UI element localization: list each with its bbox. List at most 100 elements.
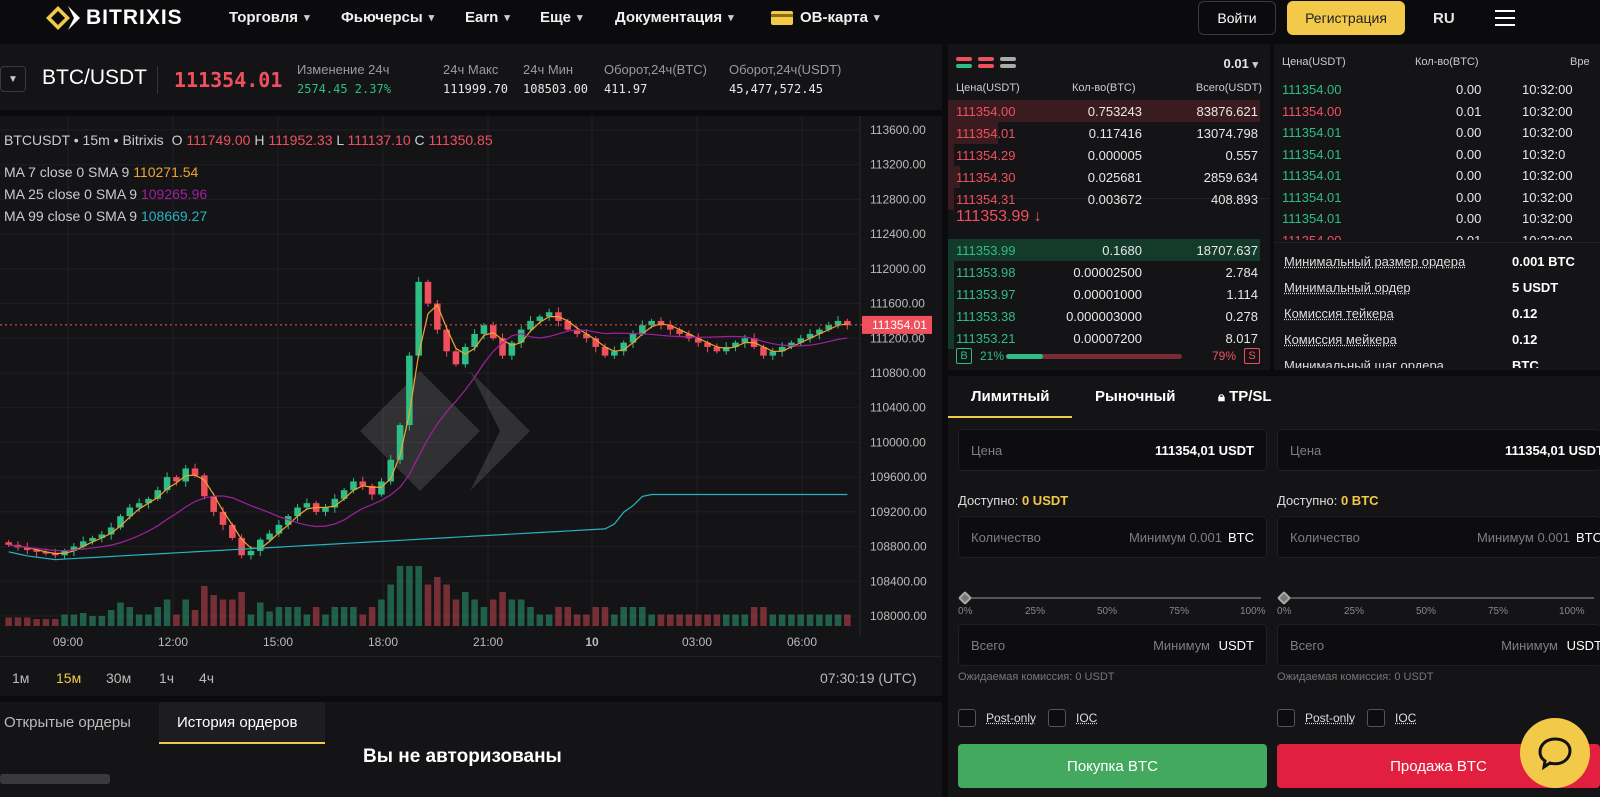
- orderbook-view-toggle[interactable]: [956, 56, 1016, 70]
- slider-pct-50[interactable]: 50%: [1097, 606, 1117, 617]
- chevron-down-icon: ▾: [577, 11, 583, 24]
- sell-post-only-checkbox[interactable]: [1277, 709, 1295, 727]
- tab-order-history[interactable]: История ордеров: [177, 714, 297, 731]
- y-tick-label: 112000.00: [870, 262, 926, 276]
- nav-docs[interactable]: Документация ▾: [615, 9, 734, 26]
- slider-pct-0[interactable]: 0%: [1277, 606, 1291, 617]
- sell-amount-slider[interactable]: 0% 25% 50% 75% 100%: [1277, 592, 1600, 622]
- volume-bar: [341, 607, 348, 626]
- bid-price: 111353.38: [956, 309, 1016, 324]
- candle: [770, 351, 777, 355]
- buy-amount-slider[interactable]: 0% 25% 50% 75% 100%: [958, 592, 1267, 622]
- trades-header-price: Цена(USDT): [1282, 56, 1346, 68]
- tab-tpsl[interactable]: 🔒︎ TP/SL: [1218, 388, 1272, 405]
- price-chart[interactable]: 113600.00 113200.00 112800.00 112400.00 1120…: [0, 116, 942, 656]
- sell-total-input[interactable]: Всего Минимум USDT: [1277, 624, 1600, 666]
- bid-row[interactable]: 111353.38 0.000003000 0.278: [948, 305, 1270, 327]
- ohlc-low: 111137.10: [348, 132, 411, 148]
- nav-more[interactable]: Еще ▾: [540, 9, 583, 26]
- nav-futures[interactable]: Фьючерсы ▾: [341, 9, 434, 26]
- trade-qty: 0.01: [1456, 104, 1481, 119]
- market-info-row: Минимальный шаг ордера BTC: [1274, 354, 1600, 368]
- sell-price-input[interactable]: Цена 111354,01 USDT: [1277, 429, 1600, 471]
- slider-pct-0[interactable]: 0%: [958, 606, 972, 617]
- buy-post-only-label[interactable]: Post-only: [986, 711, 1036, 725]
- interval-15m[interactable]: 15м: [56, 670, 81, 686]
- tab-limit[interactable]: Лимитный: [971, 388, 1050, 405]
- volume-bar: [210, 595, 217, 626]
- buy-button[interactable]: Покупка BTC: [958, 744, 1267, 788]
- ask-row[interactable]: 111354.29 0.000005 0.557: [948, 144, 1270, 166]
- sell-post-only-label[interactable]: Post-only: [1305, 711, 1355, 725]
- volume-bar: [332, 607, 339, 626]
- slider-pct-75[interactable]: 75%: [1169, 606, 1189, 617]
- pair-dropdown-button[interactable]: ▼: [0, 66, 26, 92]
- slider-track: [1283, 597, 1594, 599]
- candle: [462, 347, 469, 364]
- interval-30m[interactable]: 30м: [106, 670, 131, 686]
- interval-4h[interactable]: 4ч: [199, 670, 214, 686]
- volume-bar: [266, 612, 273, 627]
- ask-row[interactable]: 111354.31 0.003672 408.893: [948, 188, 1270, 210]
- sell-price-placeholder: Цена: [1290, 443, 1321, 458]
- trade-qty: 0.00: [1456, 125, 1481, 140]
- scrollbar[interactable]: [0, 774, 110, 784]
- nav-trading[interactable]: Торговля ▾: [229, 9, 310, 26]
- y-tick-label: 113200.00: [870, 158, 926, 172]
- ask-row[interactable]: 111354.01 0.117416 13074.798: [948, 122, 1270, 144]
- sell-quantity-input[interactable]: Количество Минимум 0.001 BTC: [1277, 516, 1600, 558]
- tab-market[interactable]: Рыночный: [1095, 388, 1175, 405]
- sell-ioc-label[interactable]: IOC: [1395, 711, 1416, 725]
- nav-ob-card[interactable]: OB-карта ▾: [770, 9, 880, 26]
- ohlc-o-label: O: [172, 132, 183, 148]
- nav-earn[interactable]: Earn ▾: [465, 9, 510, 26]
- volume-bar: [182, 600, 189, 627]
- menu-icon[interactable]: [1495, 10, 1515, 26]
- interval-1h[interactable]: 1ч: [159, 670, 174, 686]
- volume-bar: [770, 615, 777, 627]
- register-button[interactable]: Регистрация: [1287, 1, 1405, 35]
- orderbook-buy-icon[interactable]: [1000, 56, 1016, 70]
- trade-row: 111354.00 0.00 10:32:00: [1274, 78, 1600, 100]
- slider-pct-25[interactable]: 25%: [1025, 606, 1045, 617]
- bid-row[interactable]: 111353.99 0.1680 18707.637: [948, 239, 1270, 261]
- buy-total-input[interactable]: Всего Минимум USDT: [958, 624, 1267, 666]
- sell-ioc-checkbox[interactable]: [1367, 709, 1385, 727]
- stat-vol-btc-value: 411.97: [604, 82, 647, 96]
- brand-logo[interactable]: BITRIXIS: [46, 6, 183, 30]
- ask-row[interactable]: 111354.30 0.025681 2859.634: [948, 166, 1270, 188]
- slider-handle[interactable]: [958, 591, 972, 605]
- login-button[interactable]: Войти: [1198, 1, 1276, 35]
- interval-1m[interactable]: 1м: [12, 670, 29, 686]
- slider-pct-100[interactable]: 100%: [1559, 606, 1585, 617]
- volume-bar: [229, 600, 236, 627]
- language-selector[interactable]: RU: [1433, 10, 1455, 27]
- buy-ioc-label[interactable]: IOC: [1076, 711, 1097, 725]
- slider-pct-100[interactable]: 100%: [1240, 606, 1266, 617]
- tab-open-orders[interactable]: Открытые ордеры: [4, 714, 131, 731]
- orderbook-sell-icon[interactable]: [978, 56, 994, 70]
- slider-pct-75[interactable]: 75%: [1488, 606, 1508, 617]
- buy-ioc-checkbox[interactable]: [1048, 709, 1066, 727]
- bid-row[interactable]: 111353.97 0.00001000 1.114: [948, 283, 1270, 305]
- support-chat-button[interactable]: [1520, 718, 1590, 788]
- buy-post-only-checkbox[interactable]: [958, 709, 976, 727]
- precision-select[interactable]: 0.01 ▾: [1224, 56, 1258, 71]
- bid-row[interactable]: 111353.21 0.00007200 8.017: [948, 327, 1270, 349]
- candle: [322, 508, 329, 512]
- volume-bar: [15, 618, 22, 627]
- buy-qty-placeholder: Количество: [971, 530, 1041, 545]
- bid-depth-bar: [948, 327, 954, 349]
- volume-bar: [108, 610, 115, 626]
- slider-handle[interactable]: [1277, 591, 1291, 605]
- nav-trading-label: Торговля: [229, 9, 298, 26]
- bid-row[interactable]: 111353.98 0.00002500 2.784: [948, 261, 1270, 283]
- ask-row[interactable]: 111354.00 0.753243 83876.621: [948, 100, 1270, 122]
- sell-available-value: 0 BTC: [1341, 493, 1379, 508]
- slider-pct-50[interactable]: 50%: [1416, 606, 1436, 617]
- slider-pct-25[interactable]: 25%: [1344, 606, 1364, 617]
- y-tick-label: 112800.00: [870, 192, 926, 206]
- buy-quantity-input[interactable]: Количество Минимум 0.001 BTC: [958, 516, 1267, 558]
- buy-price-input[interactable]: Цена 111354,01 USDT: [958, 429, 1267, 471]
- orderbook-both-icon[interactable]: [956, 56, 972, 70]
